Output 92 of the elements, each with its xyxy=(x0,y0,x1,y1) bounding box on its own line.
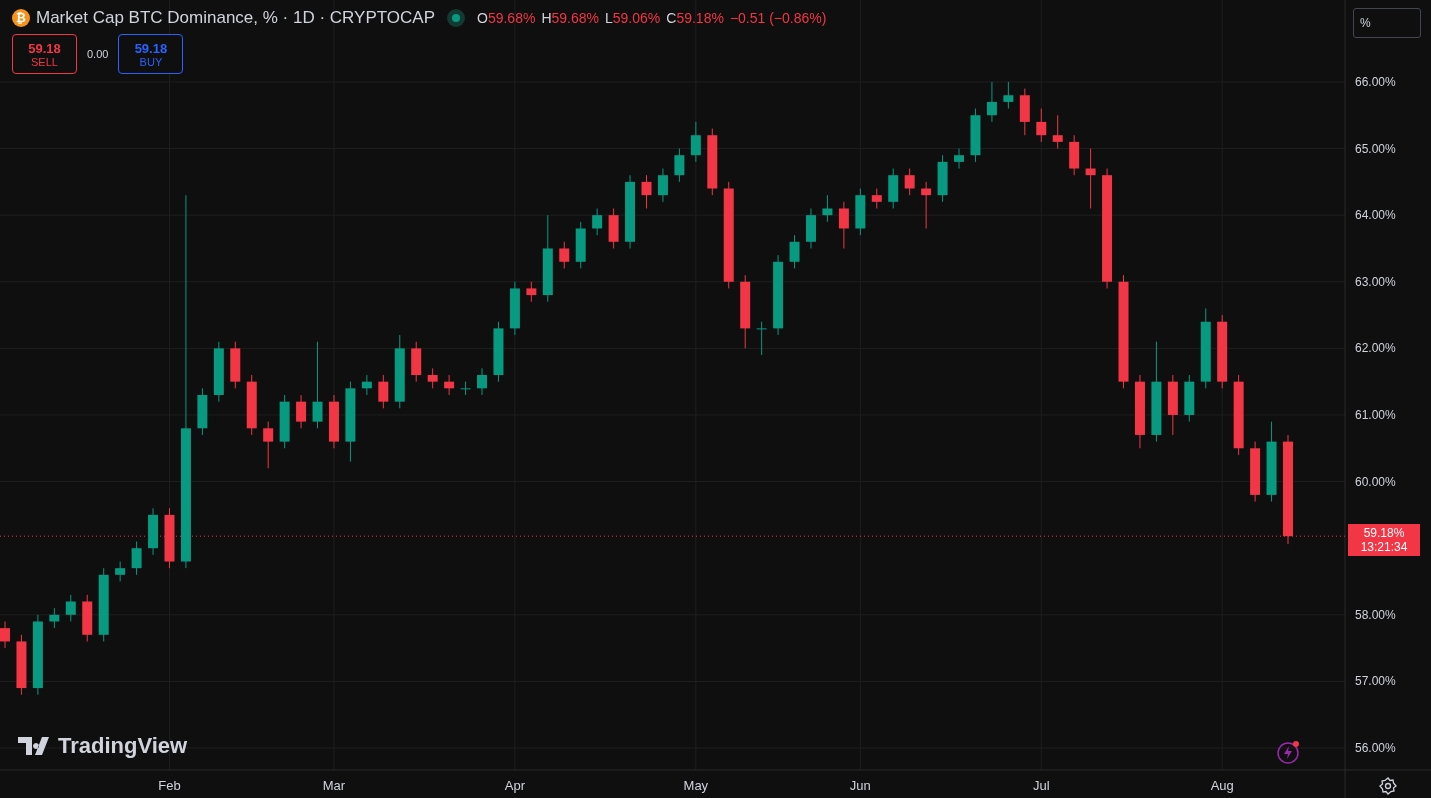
candlestick xyxy=(707,128,718,196)
candlestick xyxy=(954,148,965,169)
candlestick xyxy=(657,168,668,203)
candlestick xyxy=(197,387,208,436)
candlestick xyxy=(1069,134,1080,176)
candlestick xyxy=(855,188,866,236)
candlestick xyxy=(592,208,603,236)
candlestick xyxy=(65,594,76,622)
candlestick xyxy=(970,108,981,163)
candlestick xyxy=(148,507,159,556)
ohlc-value: H59.68% xyxy=(541,10,599,26)
coin-icon: ₿ xyxy=(12,9,30,27)
candlestick xyxy=(921,181,932,229)
axis-label: Aug xyxy=(1210,778,1234,793)
axis-label: 62.00% xyxy=(1355,341,1396,356)
axis-label: 65.00% xyxy=(1355,141,1396,156)
candlestick xyxy=(674,148,685,183)
candlestick xyxy=(986,81,997,123)
axis-label: 64.00% xyxy=(1355,208,1396,223)
axis-label: 56.00% xyxy=(1355,741,1396,755)
axis-label: Jul xyxy=(1032,778,1050,793)
candlestick xyxy=(115,561,126,582)
candlestick xyxy=(1003,81,1014,110)
candlestick xyxy=(263,421,274,469)
candlestick xyxy=(509,281,520,336)
axis-label: Feb xyxy=(158,778,181,793)
candlestick xyxy=(230,341,241,389)
candlestick xyxy=(444,374,455,396)
logo-text: TradingView xyxy=(58,733,188,759)
candlestick xyxy=(806,208,816,249)
candlestick xyxy=(608,208,619,249)
candlestick xyxy=(822,194,833,223)
candlestick xyxy=(411,341,422,383)
candlestick xyxy=(246,374,257,436)
candlestick xyxy=(1085,148,1096,209)
ohlc-value: L59.06% xyxy=(605,10,661,26)
candlestick xyxy=(871,188,882,209)
countdown-value: 13:21:34 xyxy=(1360,540,1408,555)
candlestick xyxy=(16,634,27,696)
candlestick xyxy=(937,154,948,203)
buy-button[interactable]: 59.18 BUY xyxy=(118,34,184,74)
candlestick xyxy=(838,201,849,249)
ohlc-value: C59.18% xyxy=(666,10,724,26)
axis-label: 61.00% xyxy=(1355,407,1396,422)
candlestick xyxy=(164,507,175,569)
spread-value: 0.00 xyxy=(87,48,109,60)
lightning-icon[interactable] xyxy=(1276,739,1302,765)
settings-icon[interactable] xyxy=(1379,777,1397,795)
candlestick xyxy=(526,281,537,303)
candlestick xyxy=(427,367,438,389)
sell-button[interactable]: 59.18 SELL xyxy=(12,34,77,74)
candlestick xyxy=(1184,374,1195,423)
symbol-title: Market Cap BTC Dominance, % · 1D · CRYPTOCAP xyxy=(36,8,435,28)
candlestick xyxy=(756,321,767,356)
axis-label: May xyxy=(683,778,709,793)
scale-mode-button[interactable]: % xyxy=(1353,8,1421,38)
axis-label: 60.00% xyxy=(1355,474,1396,489)
axis-label: 58.00% xyxy=(1355,607,1396,622)
candlestick xyxy=(82,594,93,642)
candlestick xyxy=(213,341,224,403)
axis-label: 57.00% xyxy=(1355,674,1396,689)
candlestick xyxy=(131,541,142,576)
candlestick xyxy=(378,374,389,409)
candlestick xyxy=(1019,88,1030,136)
axis-label: Mar xyxy=(322,778,346,793)
candlestick xyxy=(279,394,290,449)
candlestick xyxy=(789,234,800,269)
axis-label: Apr xyxy=(504,778,526,793)
candlestick xyxy=(559,241,570,269)
candlestick xyxy=(493,321,504,383)
axis-label: 63.00% xyxy=(1355,274,1396,289)
candlestick xyxy=(904,168,915,196)
candlestick xyxy=(888,168,899,209)
candlestick xyxy=(296,394,307,429)
candlestick xyxy=(641,174,652,209)
change-value: −0.51 (−0.86%) xyxy=(729,10,827,26)
price-value: 59.18% xyxy=(1363,526,1405,541)
candlestick xyxy=(1052,114,1063,150)
candlestick xyxy=(361,374,372,396)
candlestick xyxy=(477,367,487,396)
ohlc-value: O59.68% xyxy=(477,10,536,26)
candlestick xyxy=(575,221,586,269)
candlestick xyxy=(690,121,701,163)
candlestick xyxy=(1167,374,1178,436)
candlestick xyxy=(1250,441,1261,503)
candlestick xyxy=(328,394,339,449)
candlestick xyxy=(1036,108,1047,143)
candlestick xyxy=(49,607,60,629)
candlestick xyxy=(0,620,10,649)
axis-label: Jun xyxy=(849,778,871,793)
axis-label: 66.00% xyxy=(1355,74,1396,89)
candlestick xyxy=(460,381,471,396)
